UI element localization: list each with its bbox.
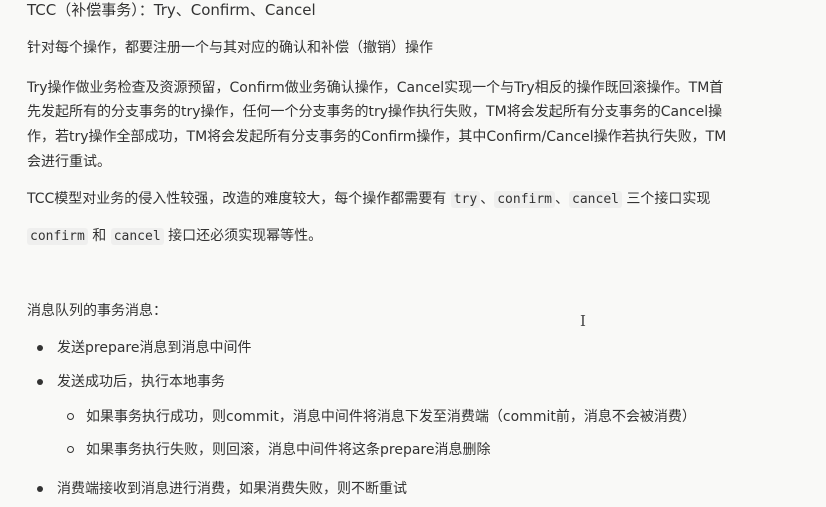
paragraph-line: 作，若try操作全部成功，TM将会发起所有分支事务的Confirm操作，其中Co…	[27, 129, 727, 145]
paragraph-line: 先发起所有的分支事务的try操作，任何一个分支事务的try操作执行失败，TM将会…	[27, 104, 723, 120]
paragraph-text: 接口还必须实现幂等性。	[163, 228, 323, 244]
idempotency-paragraph: confirm 和 cancel 接口还必须实现幂等性。	[27, 226, 322, 247]
inline-code-confirm: confirm	[494, 191, 556, 208]
circle-bullet-icon	[67, 413, 74, 420]
list-item: 消费端接收到消息进行消费，如果消费失败，则不断重试	[57, 481, 407, 497]
paragraph-line: 会进行重试。	[27, 154, 111, 170]
bullet-icon	[37, 345, 43, 351]
inline-code-try: try	[450, 191, 481, 208]
list-item: 发送成功后，执行本地事务	[57, 374, 225, 390]
separator: 、	[555, 191, 570, 207]
inline-code-confirm: confirm	[27, 228, 88, 245]
mq-heading: 消息队列的事务消息：	[27, 303, 167, 319]
inline-code-cancel: cancel	[110, 228, 164, 245]
sub-list-item: 如果事务执行成功，则commit，消息中间件将消息下发至消费端（commit前，…	[86, 409, 696, 425]
separator: 、	[480, 191, 495, 207]
paragraph-text: 和	[87, 228, 111, 244]
paragraph-line: Try操作做业务检查及资源预留，Confirm做业务确认操作，Cancel实现一…	[27, 80, 724, 96]
intro-text: 针对每个操作，都要注册一个与其对应的确认和补偿（撤销）操作	[27, 40, 433, 56]
paragraph-text: TCC模型对业务的侵入性较强，改造的难度较大，每个操作都需要有	[27, 191, 451, 207]
circle-bullet-icon	[67, 446, 74, 453]
bullet-icon	[37, 379, 43, 385]
document-page: TCC（补偿事务）：Try、Confirm、Cancel 针对每个操作，都要注册…	[0, 0, 826, 507]
list-item: 发送prepare消息到消息中间件	[57, 340, 252, 356]
tcc-intrusion-paragraph: TCC模型对业务的侵入性较强，改造的难度较大，每个操作都需要有 try、 conf…	[27, 189, 710, 210]
paragraph-text: 三个接口实现	[621, 191, 711, 207]
inline-code-cancel: cancel	[569, 191, 622, 208]
bullet-icon	[37, 486, 43, 492]
section-heading: TCC（补偿事务）：Try、Confirm、Cancel	[27, 1, 316, 19]
sub-list-item: 如果事务执行失败，则回滚，消息中间件将这条prepare消息删除	[86, 442, 491, 458]
text-cursor-icon: I	[580, 312, 586, 330]
